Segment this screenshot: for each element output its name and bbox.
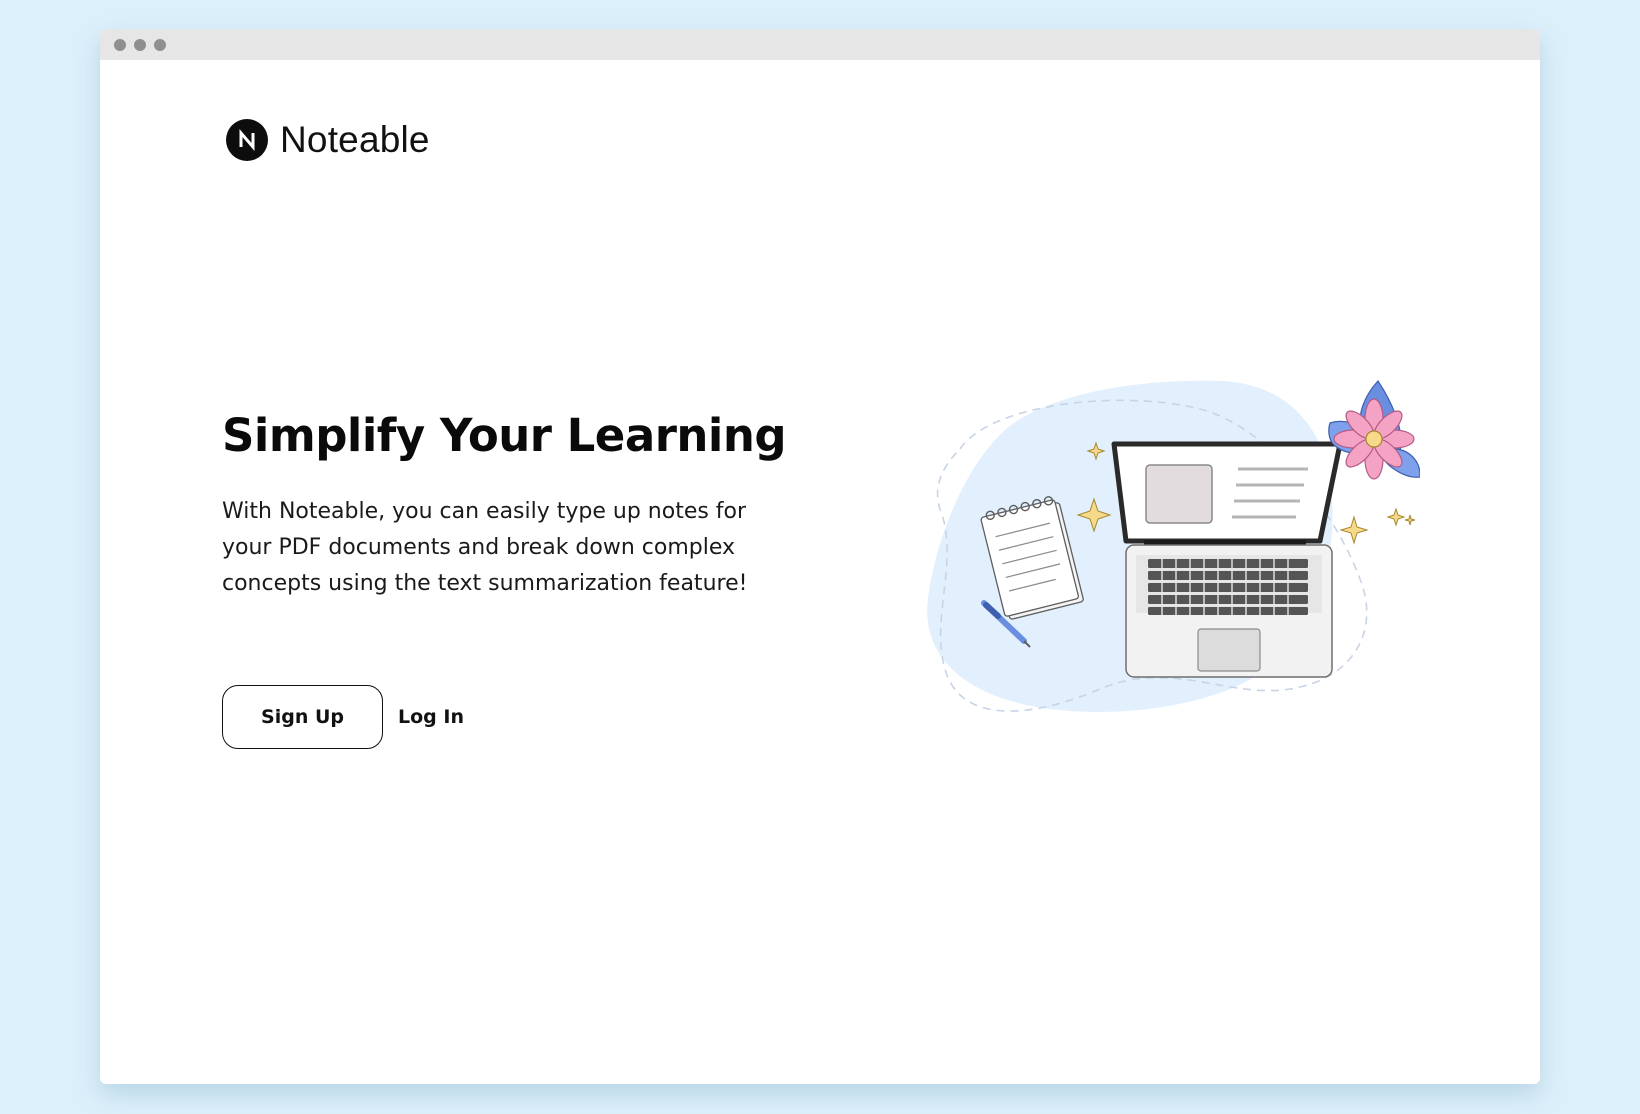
browser-window: Noteable Simplify Your Learning With Not… (100, 29, 1540, 1084)
brand-name: Noteable (280, 119, 430, 160)
window-dot[interactable] (154, 39, 166, 51)
hero-description: With Noteable, you can easily type up no… (222, 499, 748, 596)
hero-title: Simplify Your Learning (222, 409, 787, 462)
brand-logo[interactable]: Noteable (226, 119, 430, 161)
window-dot[interactable] (114, 39, 126, 51)
hero-illustration (927, 380, 1420, 712)
flower-icon (1328, 380, 1420, 480)
window-titlebar (100, 29, 1540, 60)
login-link[interactable]: Log In (396, 685, 466, 749)
noteable-logo-icon (226, 119, 268, 161)
laptop-icon (1111, 441, 1343, 678)
window-dot[interactable] (134, 39, 146, 51)
signup-button[interactable]: Sign Up (222, 685, 383, 749)
